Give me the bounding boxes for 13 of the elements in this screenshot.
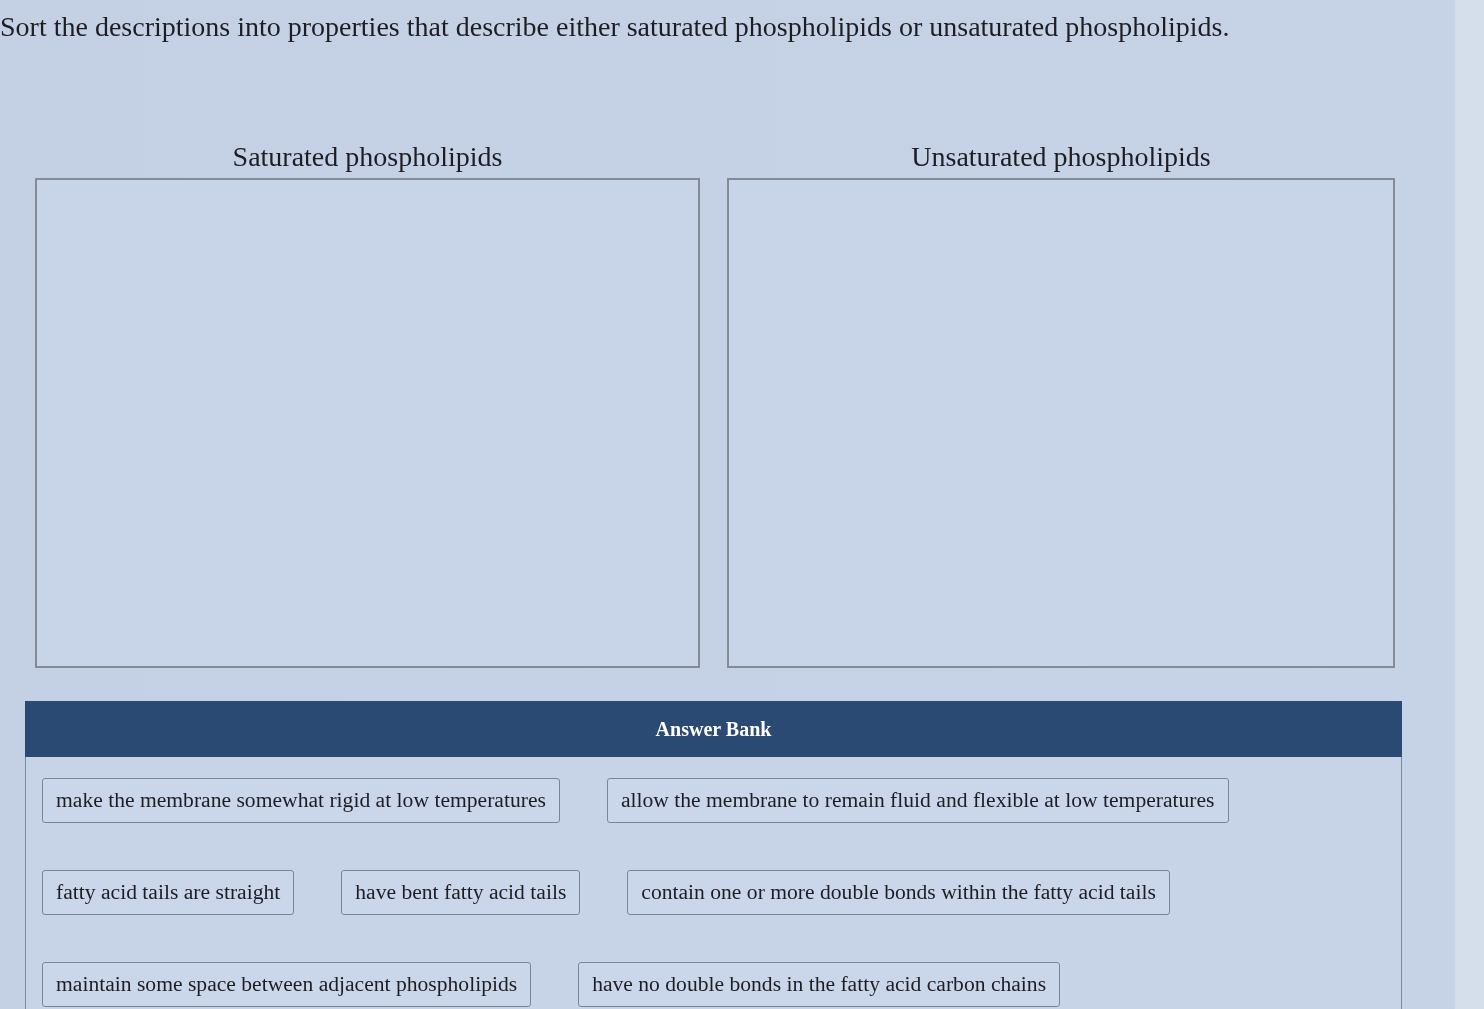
answer-bank-title: Answer Bank (655, 717, 772, 741)
draggable-answer[interactable]: have no double bonds in the fatty acid carbon chains (578, 962, 1061, 1007)
drop-zone[interactable] (35, 178, 700, 668)
draggable-answer[interactable]: contain one or more double bonds within the fatty acid tails (627, 870, 1170, 915)
draggable-answer[interactable]: have bent fatty acid tails (341, 870, 581, 915)
category-heading: Saturated phospholipids (232, 141, 503, 173)
draggable-answer[interactable]: make the membrane somewhat rigid at low temperatures (42, 778, 560, 823)
instruction-text: Sort the descriptions into properties that describe either saturated phospholipids or unsaturated phospholipids. (0, 10, 1231, 44)
category-heading: Unsaturated phospholipids (911, 141, 1211, 173)
draggable-answer[interactable]: fatty acid tails are straight (42, 870, 295, 915)
draggable-answer[interactable]: allow the membrane to remain fluid and flexible at low temperatures (606, 778, 1229, 823)
draggable-answer[interactable]: maintain some space between adjacent phospholipids (42, 962, 532, 1007)
drop-zone[interactable] (727, 178, 1395, 668)
